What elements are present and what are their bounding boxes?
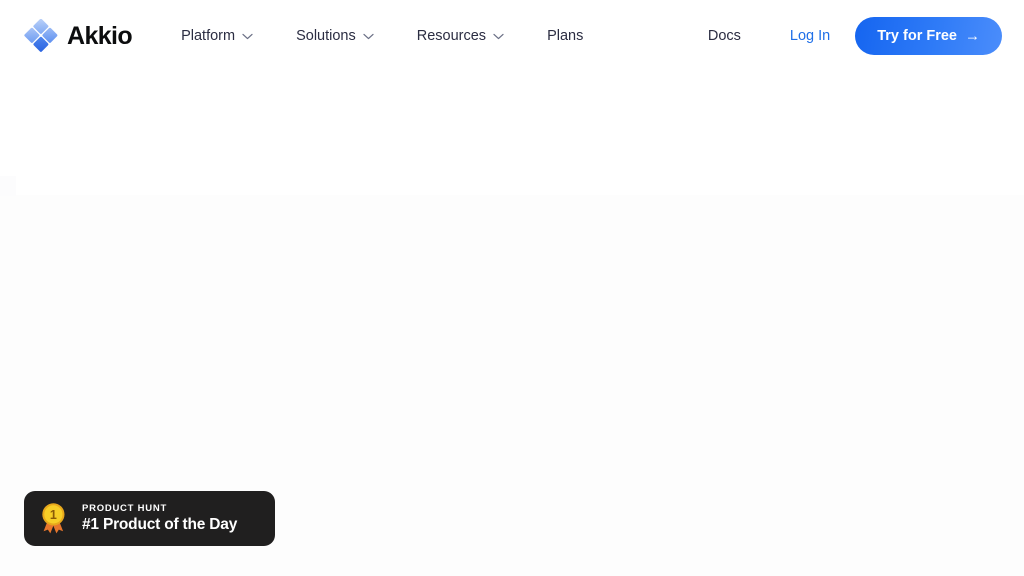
- arrow-right-icon: →: [965, 27, 980, 44]
- brand-logo-link[interactable]: Akkio: [24, 19, 133, 53]
- chevron-down-icon: [363, 33, 374, 40]
- nav-item-solutions-label: Solutions: [296, 27, 356, 44]
- login-link[interactable]: Log In: [790, 29, 830, 44]
- nav-item-platform-label: Platform: [181, 27, 236, 44]
- header-actions: Docs Log In Try for Free →: [708, 17, 1002, 55]
- product-hunt-kicker: PRODUCT HUNT: [82, 503, 167, 515]
- product-hunt-badge[interactable]: 1 PRODUCT HUNT #1 Product of the Day: [24, 491, 275, 546]
- nav-item-plans-label: Plans: [547, 27, 584, 44]
- chevron-down-icon: [493, 33, 504, 40]
- site-header: Akkio Platform Solutions Resources Plans…: [0, 0, 1024, 72]
- try-for-free-button[interactable]: Try for Free →: [855, 17, 1002, 55]
- page-canvas: [0, 0, 1024, 576]
- nav-item-resources-label: Resources: [416, 27, 487, 44]
- product-hunt-medal-icon: 1: [38, 502, 69, 535]
- product-hunt-badge-text: PRODUCT HUNT #1 Product of the Day: [82, 504, 237, 533]
- primary-navigation: Platform Solutions Resources Plans: [181, 21, 583, 52]
- nav-item-plans[interactable]: Plans: [547, 21, 583, 52]
- brand-wordmark: Akkio: [67, 21, 133, 50]
- docs-link[interactable]: Docs: [708, 29, 741, 44]
- try-for-free-label: Try for Free: [877, 27, 957, 44]
- nav-item-solutions[interactable]: Solutions: [296, 21, 374, 52]
- page-background-wash-edge: [0, 176, 16, 196]
- akkio-diamond-logo-icon: [24, 19, 58, 53]
- nav-item-resources[interactable]: Resources: [417, 21, 504, 52]
- svg-text:1: 1: [50, 508, 57, 522]
- nav-item-platform[interactable]: Platform: [181, 21, 253, 52]
- chevron-down-icon: [242, 33, 253, 40]
- product-hunt-title: #1 Product of the Day: [82, 515, 238, 533]
